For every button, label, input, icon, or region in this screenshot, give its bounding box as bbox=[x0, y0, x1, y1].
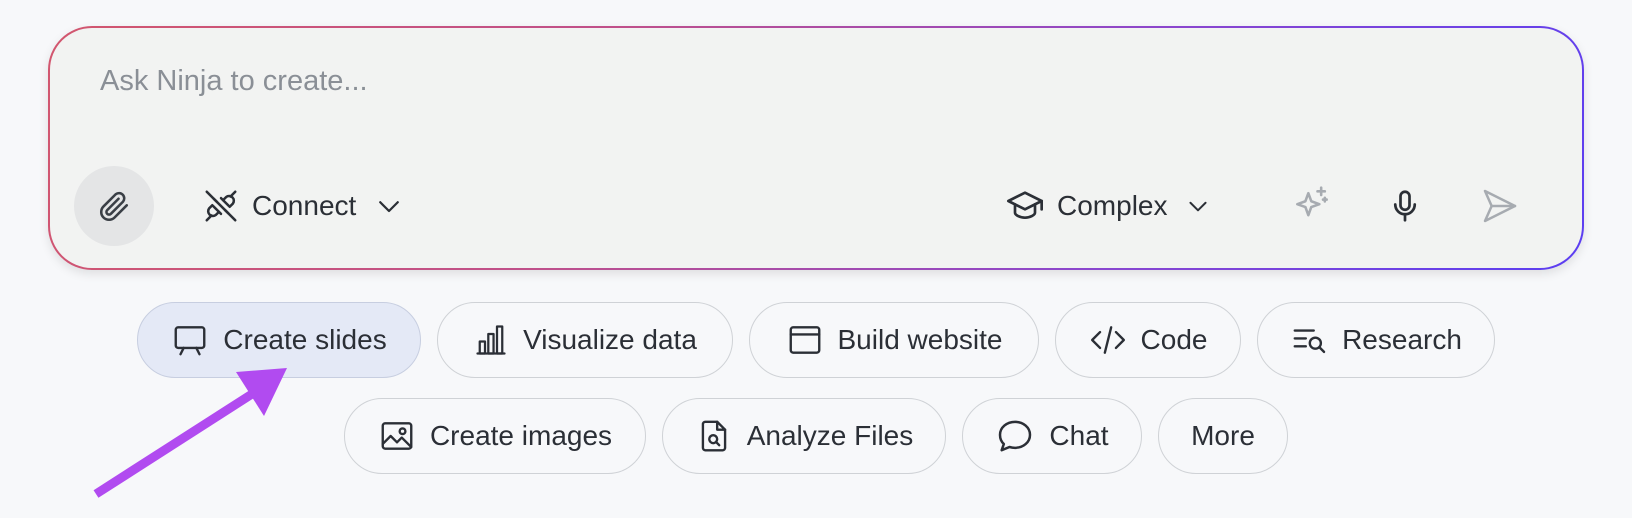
chat-label: Chat bbox=[1049, 420, 1109, 451]
chat-chip[interactable]: Chat bbox=[962, 398, 1142, 474]
research-chip[interactable]: Research bbox=[1257, 302, 1495, 378]
mode-label: Complex bbox=[1057, 190, 1168, 221]
visualize-data-chip[interactable]: Visualize data bbox=[437, 302, 733, 378]
create-images-label: Create images bbox=[429, 420, 613, 451]
file-search-icon bbox=[701, 420, 727, 452]
more-label: More bbox=[1191, 420, 1255, 451]
build-website-label: Build website bbox=[837, 324, 1003, 355]
microphone-icon bbox=[1393, 190, 1417, 222]
code-label: Code bbox=[1140, 324, 1208, 355]
plug-disconnected-icon bbox=[205, 190, 237, 222]
analyze-files-chip[interactable]: Analyze Files bbox=[662, 398, 946, 474]
bar-chart-icon bbox=[476, 325, 506, 355]
presentation-icon bbox=[174, 326, 206, 356]
attach-button[interactable] bbox=[74, 166, 154, 246]
connect-button[interactable]: Connect bbox=[202, 176, 404, 236]
graduation-cap-icon bbox=[1007, 191, 1043, 219]
create-slides-chip[interactable]: Create slides bbox=[137, 302, 421, 378]
chat-bubble-icon bbox=[999, 420, 1032, 452]
image-icon bbox=[381, 422, 413, 450]
connect-label: Connect bbox=[252, 190, 357, 221]
create-slides-label: Create slides bbox=[223, 324, 387, 355]
research-icon bbox=[1293, 329, 1326, 354]
code-icon bbox=[1090, 326, 1125, 354]
analyze-files-label: Analyze Files bbox=[746, 420, 914, 451]
mode-select[interactable]: Complex bbox=[1005, 176, 1211, 236]
create-images-chip[interactable]: Create images bbox=[344, 398, 646, 474]
browser-window-icon bbox=[789, 326, 820, 354]
paperclip-icon bbox=[99, 191, 129, 222]
prompt-container: Connect Complex bbox=[48, 26, 1584, 270]
visualize-data-label: Visualize data bbox=[523, 324, 697, 355]
code-chip[interactable]: Code bbox=[1055, 302, 1241, 378]
prompt-box: Connect Complex bbox=[50, 28, 1582, 268]
build-website-chip[interactable]: Build website bbox=[749, 302, 1039, 378]
chevron-down-icon bbox=[1189, 201, 1208, 212]
chevron-down-icon bbox=[379, 201, 400, 213]
prompt-input[interactable] bbox=[98, 52, 1402, 110]
more-chip[interactable]: More bbox=[1158, 398, 1288, 474]
send-button[interactable] bbox=[1472, 178, 1528, 234]
sparkle-icon bbox=[1296, 186, 1328, 217]
stage: Connect Complex bbox=[0, 0, 1632, 518]
send-icon bbox=[1483, 189, 1517, 223]
voice-input-button[interactable] bbox=[1377, 178, 1433, 234]
enhance-button[interactable] bbox=[1284, 178, 1340, 234]
research-label: Research bbox=[1342, 324, 1462, 355]
